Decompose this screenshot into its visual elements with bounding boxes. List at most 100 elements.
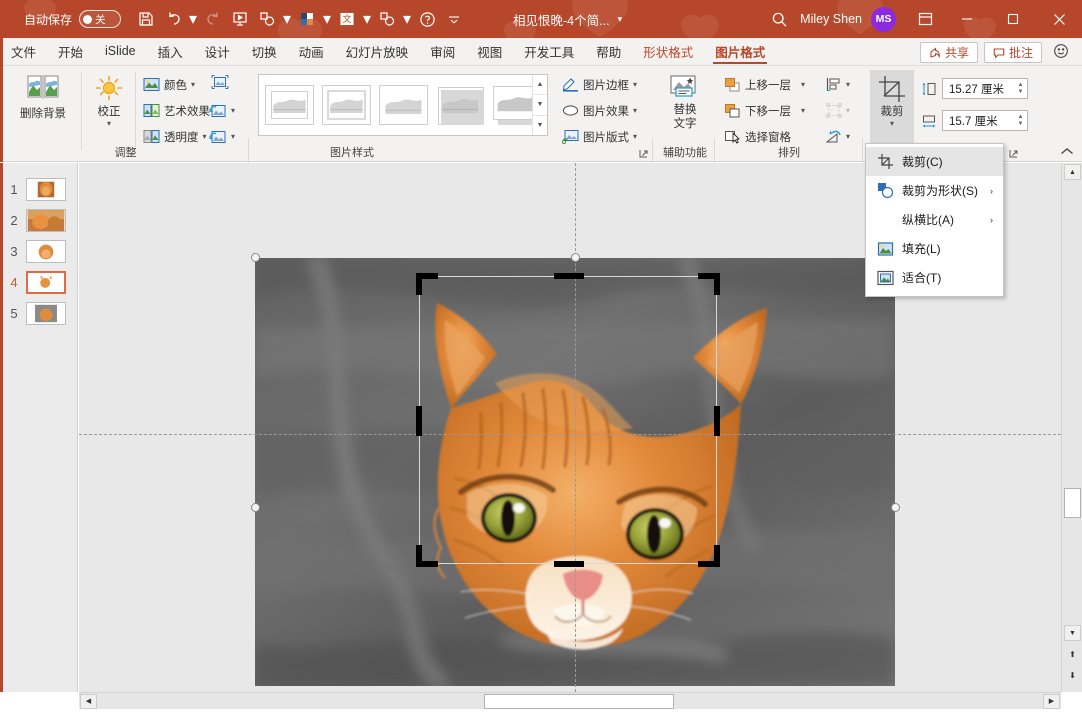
title-dropdown-caret[interactable]: ▾ [618,14,623,25]
tab-design[interactable]: 设计 [194,37,241,65]
picture-styles-dialog-launcher[interactable] [639,149,648,160]
crop-handle-bottom-left-v[interactable] [416,545,422,567]
tab-insert[interactable]: 插入 [147,37,194,65]
picture-border-button[interactable]: 图片边框 ▾ [562,73,637,96]
redo-icon[interactable] [200,6,226,32]
undo-dropdown-caret[interactable]: ▾ [187,6,199,32]
picture-style-thumb[interactable] [436,85,485,125]
slide-thumbnail-image[interactable] [26,240,66,263]
send-backward-caret[interactable]: ▾ [801,106,805,115]
tab-home[interactable]: 开始 [47,37,94,65]
picture-style-thumb[interactable] [379,85,428,125]
bring-forward-caret[interactable]: ▾ [801,80,805,89]
slide-thumbnail-panel[interactable]: 1 2 3 [0,163,78,692]
shape-width-spinner[interactable]: ▲▼ [1014,111,1027,130]
autosave-control[interactable]: 自动保存 关 [24,10,121,28]
search-icon[interactable] [758,0,800,38]
picture-effects-caret[interactable]: ▾ [633,106,637,115]
align-objects-button[interactable]: ▾ [826,73,850,96]
menu-item-aspect-ratio[interactable]: 纵横比(A) › [866,205,1003,234]
slide-thumbnail-2[interactable]: 2 [8,206,74,234]
slide-thumbnail-image[interactable] [26,302,66,325]
color-caret[interactable]: ▾ [191,80,195,89]
tab-review[interactable]: 审阅 [419,37,466,65]
slide-thumbnail-5[interactable]: 5 [8,299,74,327]
selection-handle-middle-right[interactable] [891,503,900,512]
bring-forward-button[interactable]: 上移一层 ▾ [724,73,805,96]
tab-help[interactable]: 帮助 [585,37,632,65]
crop-button[interactable]: 裁剪 ▾ [870,70,914,144]
change-picture-button[interactable]: ▾ [209,99,235,122]
color-button[interactable]: 颜色 ▾ [143,73,195,96]
crop-handle-bottom-center[interactable] [554,561,584,567]
start-presentation-icon[interactable] [227,6,253,32]
save-icon[interactable] [133,6,159,32]
picture-layout-button[interactable]: 图片版式 ▾ [562,125,637,148]
transparency-caret[interactable]: ▾ [203,132,207,141]
shapes-alt-icon[interactable] [374,6,400,32]
color-dropdown-caret[interactable]: ▾ [321,6,333,32]
slide-thumbnail-1[interactable]: 1 [8,175,74,203]
tab-picture-format[interactable]: 图片格式 [704,37,776,65]
tab-shape-format[interactable]: 形状格式 [632,37,704,65]
horizontal-scroll-thumb[interactable] [484,694,674,709]
picture-effects-button[interactable]: 图片效果 ▾ [562,99,637,122]
user-name[interactable]: Miley Shen [800,12,862,26]
share-button[interactable]: 共享 [920,42,978,63]
compress-pictures-button[interactable] [211,74,229,95]
change-picture-caret[interactable]: ▾ [231,106,235,115]
menu-item-crop-to-shape[interactable]: 裁剪为形状(S) › [866,176,1003,205]
shape-height-input[interactable]: 15.27 厘米 ▲▼ [942,78,1028,99]
gallery-more[interactable]: ▼ [533,116,547,135]
menu-item-fill[interactable]: 填充(L) [866,234,1003,263]
minimize-button[interactable] [944,0,990,38]
scroll-left-arrow[interactable]: ◀ [80,694,97,709]
gallery-scroll-up[interactable]: ▲ [533,75,547,95]
scroll-down-arrow[interactable]: ▼ [1064,625,1081,641]
vertical-scroll-thumb[interactable] [1064,488,1081,518]
text-box-icon[interactable]: 文 [334,6,360,32]
crop-handle-top-right-v[interactable] [714,273,720,295]
picture-border-caret[interactable]: ▾ [633,80,637,89]
scroll-up-arrow[interactable]: ▲ [1064,164,1081,180]
comments-button[interactable]: 批注 [984,42,1042,63]
picture-layout-caret[interactable]: ▾ [633,132,637,141]
crop-handle-middle-right[interactable] [714,406,720,436]
slide-thumbnail-image[interactable] [26,209,66,232]
crop-handle-bottom-right-v[interactable] [714,545,720,567]
selection-handle-top-center[interactable] [571,253,580,262]
remove-background-button[interactable]: 删除背景 [11,74,75,121]
size-dialog-launcher[interactable] [1009,149,1018,160]
help-icon[interactable] [414,6,440,32]
shape-width-input[interactable]: 15.7 厘米 ▲▼ [942,110,1028,131]
slide-thumbnail-4[interactable]: 4 [8,268,74,296]
maximize-button[interactable] [990,0,1036,38]
picture-style-thumb[interactable] [322,85,371,125]
slide-thumbnail-image[interactable] [26,271,66,294]
reset-picture-caret[interactable]: ▾ [231,132,235,141]
shapes-alt-dropdown-caret[interactable]: ▾ [401,6,413,32]
tab-animations[interactable]: 动画 [288,37,335,65]
scroll-right-arrow[interactable]: ▶ [1043,694,1060,709]
gallery-scroll-down[interactable]: ▼ [533,95,547,115]
smiley-face-icon[interactable] [1048,43,1074,63]
selection-handle-middle-left[interactable] [251,503,260,512]
selection-handle-top-left[interactable] [251,253,260,262]
crop-handle-top-left-v[interactable] [416,273,422,295]
avatar[interactable]: MS [871,7,896,32]
autosave-toggle[interactable]: 关 [79,10,121,28]
align-objects-caret[interactable]: ▾ [846,80,850,89]
horizontal-scrollbar[interactable]: ◀ ▶ [79,692,1061,709]
collapse-ribbon-icon[interactable] [1060,147,1074,159]
color-palette-icon[interactable] [294,6,320,32]
corrections-caret[interactable]: ▾ [107,119,111,129]
artistic-effects-button[interactable]: 艺术效果 ▾ [143,99,218,122]
slide-thumbnail-image[interactable] [26,178,66,201]
corrections-button[interactable]: 校正 ▾ [87,74,131,129]
tab-file[interactable]: 文件 [0,37,47,65]
tab-slideshow[interactable]: 幻灯片放映 [335,37,420,65]
document-title-area[interactable]: 相见恨晚-4个简... ▾ [513,10,622,29]
tab-view[interactable]: 视图 [466,37,513,65]
alt-text-button[interactable]: 替换 文字 [661,74,709,132]
tab-developer[interactable]: 开发工具 [513,37,585,65]
